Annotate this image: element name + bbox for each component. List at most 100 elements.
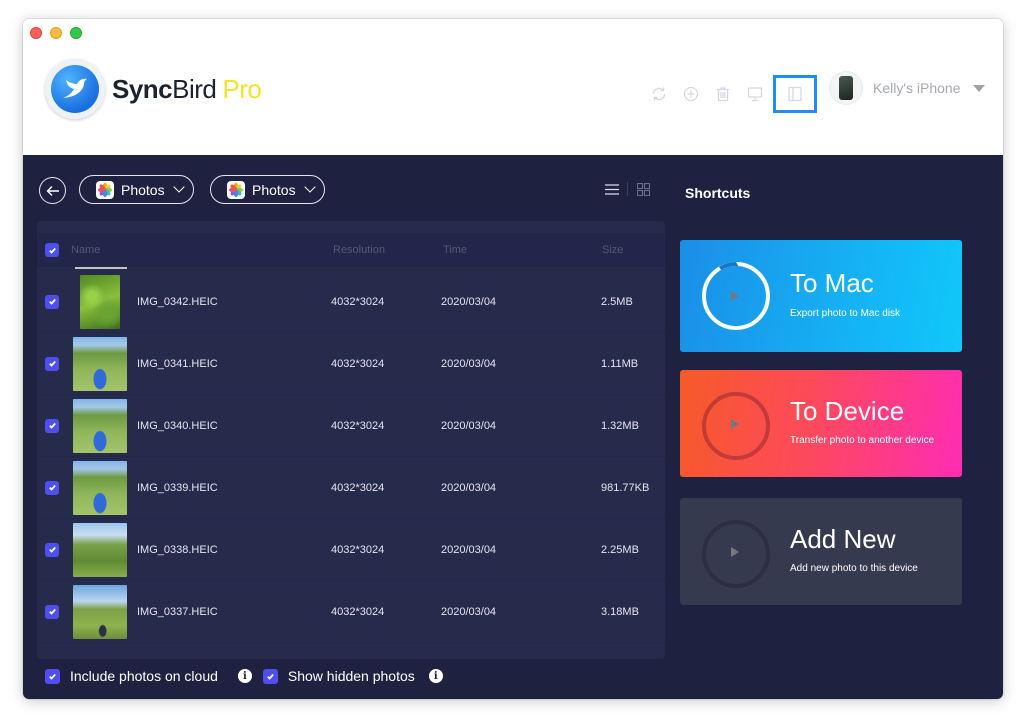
options-bar: Include photos on cloud i Show hidden ph… (45, 668, 443, 684)
check-icon (48, 422, 56, 429)
shortcuts-heading: Shortcuts (685, 185, 751, 201)
table-row[interactable]: IMG_0341.HEIC 4032*3024 2020/03/04 1.11MB (37, 333, 665, 395)
photo-thumbnail[interactable] (73, 398, 127, 453)
play-icon (731, 547, 739, 557)
photo-thumbnail[interactable] (73, 584, 127, 639)
photo-thumbnail[interactable] (80, 274, 120, 329)
show-hidden-label[interactable]: Show hidden photos (288, 668, 415, 684)
row-checkbox[interactable] (45, 294, 59, 309)
photo-name: IMG_0338.HEIC (137, 543, 218, 556)
app-name-pro: Pro (222, 73, 262, 104)
partial-thumbnail (75, 267, 127, 269)
show-hidden-checkbox[interactable] (262, 668, 278, 684)
source-dropdown[interactable]: Photos (79, 175, 194, 204)
photo-thumbnail[interactable] (73, 522, 127, 577)
include-cloud-label[interactable]: Include photos on cloud (70, 668, 218, 684)
refresh-button[interactable] (643, 80, 675, 108)
check-icon (48, 360, 56, 367)
photo-resolution: 4032*3024 (331, 295, 385, 308)
row-checkbox[interactable] (45, 356, 59, 371)
add-icon (683, 86, 699, 102)
caret-down-icon (972, 84, 985, 92)
device-selector[interactable]: Kelly's iPhone (829, 71, 985, 105)
delete-button[interactable] (707, 80, 739, 108)
shortcut-title: To Mac (790, 268, 874, 298)
photo-name: IMG_0337.HEIC (137, 605, 218, 618)
view-toggle-divider (627, 182, 628, 196)
include-cloud-checkbox[interactable] (45, 668, 60, 684)
photo-thumbnail[interactable] (73, 336, 127, 391)
photo-thumbnail[interactable] (73, 460, 127, 515)
photo-size: 2.5MB (601, 295, 633, 308)
app-name-sync: Sync (112, 73, 173, 104)
check-icon (48, 484, 56, 491)
to-mac-shortcut[interactable]: To Mac Export photo to Mac disk (680, 240, 962, 352)
layout-button[interactable] (773, 75, 817, 113)
app-name-bird: Bird (172, 73, 217, 104)
table-row[interactable]: IMG_0339.HEIC 4032*3024 2020/03/04 981.77KB (37, 457, 665, 519)
info-icon[interactable]: i (428, 669, 443, 683)
check-icon (48, 298, 56, 305)
export-to-computer-button[interactable] (739, 80, 771, 108)
minimize-window-button[interactable] (50, 27, 62, 39)
grid-view-button[interactable] (634, 181, 652, 197)
layout-icon (788, 86, 802, 102)
photo-time: 2020/03/04 (441, 481, 497, 494)
close-window-button[interactable] (30, 27, 42, 39)
back-button[interactable] (39, 177, 66, 204)
title-bar: SyncBird Pro Kelly's iPhone (23, 19, 1003, 155)
select-all-checkbox[interactable] (45, 243, 59, 257)
toolbar (643, 75, 817, 113)
zoom-window-button[interactable] (70, 27, 82, 39)
photo-resolution: 4032*3024 (331, 481, 385, 494)
photos-app-icon (227, 180, 245, 199)
info-icon[interactable]: i (237, 669, 252, 683)
column-header-size[interactable]: Size (602, 244, 623, 256)
column-header-time[interactable]: Time (443, 244, 467, 256)
table-row[interactable]: IMG_0340.HEIC 4032*3024 2020/03/04 1.32MB (37, 395, 665, 457)
row-checkbox[interactable] (45, 418, 59, 433)
photo-time: 2020/03/04 (441, 357, 497, 370)
shortcut-title: Add New (790, 524, 896, 554)
photo-size: 1.11MB (601, 357, 639, 370)
table-row[interactable]: IMG_0342.HEIC 4032*3024 2020/03/04 2.5MB (37, 271, 665, 333)
photo-size: 1.32MB (601, 419, 639, 432)
play-icon (731, 419, 739, 429)
source-dropdown-label: Photos (121, 181, 165, 198)
to-device-shortcut[interactable]: To Device Transfer photo to another devi… (680, 370, 962, 477)
photos-app-icon (96, 180, 114, 199)
row-checkbox[interactable] (45, 542, 59, 557)
row-checkbox[interactable] (45, 480, 59, 495)
iphone-icon (839, 76, 853, 100)
add-button[interactable] (675, 80, 707, 108)
list-view-button[interactable] (603, 181, 621, 197)
table-body: IMG_0342.HEIC 4032*3024 2020/03/04 2.5MB IMG… (37, 271, 665, 643)
album-dropdown[interactable]: Photos (210, 175, 325, 204)
window-controls (30, 27, 82, 39)
refresh-icon (652, 87, 666, 101)
column-header-resolution[interactable]: Resolution (333, 244, 385, 256)
photo-time: 2020/03/04 (441, 419, 497, 432)
arrow-left-icon (46, 185, 59, 196)
table-header: Name Resolution Time Size (37, 233, 665, 267)
main-panel: Photos Photos Name Resolution Time Size … (23, 155, 1003, 699)
photo-resolution: 4032*3024 (331, 357, 385, 370)
photo-name: IMG_0339.HEIC (137, 481, 218, 494)
add-new-shortcut[interactable]: Add New Add new photo to this device (680, 498, 962, 605)
table-row[interactable]: IMG_0338.HEIC 4032*3024 2020/03/04 2.25MB (37, 519, 665, 581)
photo-resolution: 4032*3024 (331, 543, 385, 556)
app-name: SyncBird Pro (112, 73, 262, 105)
row-checkbox[interactable] (45, 604, 59, 619)
photo-name: IMG_0340.HEIC (137, 419, 218, 432)
photo-name: IMG_0342.HEIC (137, 295, 218, 308)
check-icon (267, 673, 274, 680)
column-header-name[interactable]: Name (71, 244, 100, 256)
device-avatar (829, 71, 863, 105)
shortcut-subtitle: Export photo to Mac disk (790, 308, 901, 319)
check-icon (49, 673, 56, 680)
photo-resolution: 4032*3024 (331, 605, 385, 618)
app-logo: SyncBird Pro (45, 59, 262, 119)
table-row[interactable]: IMG_0337.HEIC 4032*3024 2020/03/04 3.18MB (37, 581, 665, 643)
chevron-down-icon (303, 181, 316, 193)
shortcut-subtitle: Transfer photo to another device (790, 435, 935, 446)
